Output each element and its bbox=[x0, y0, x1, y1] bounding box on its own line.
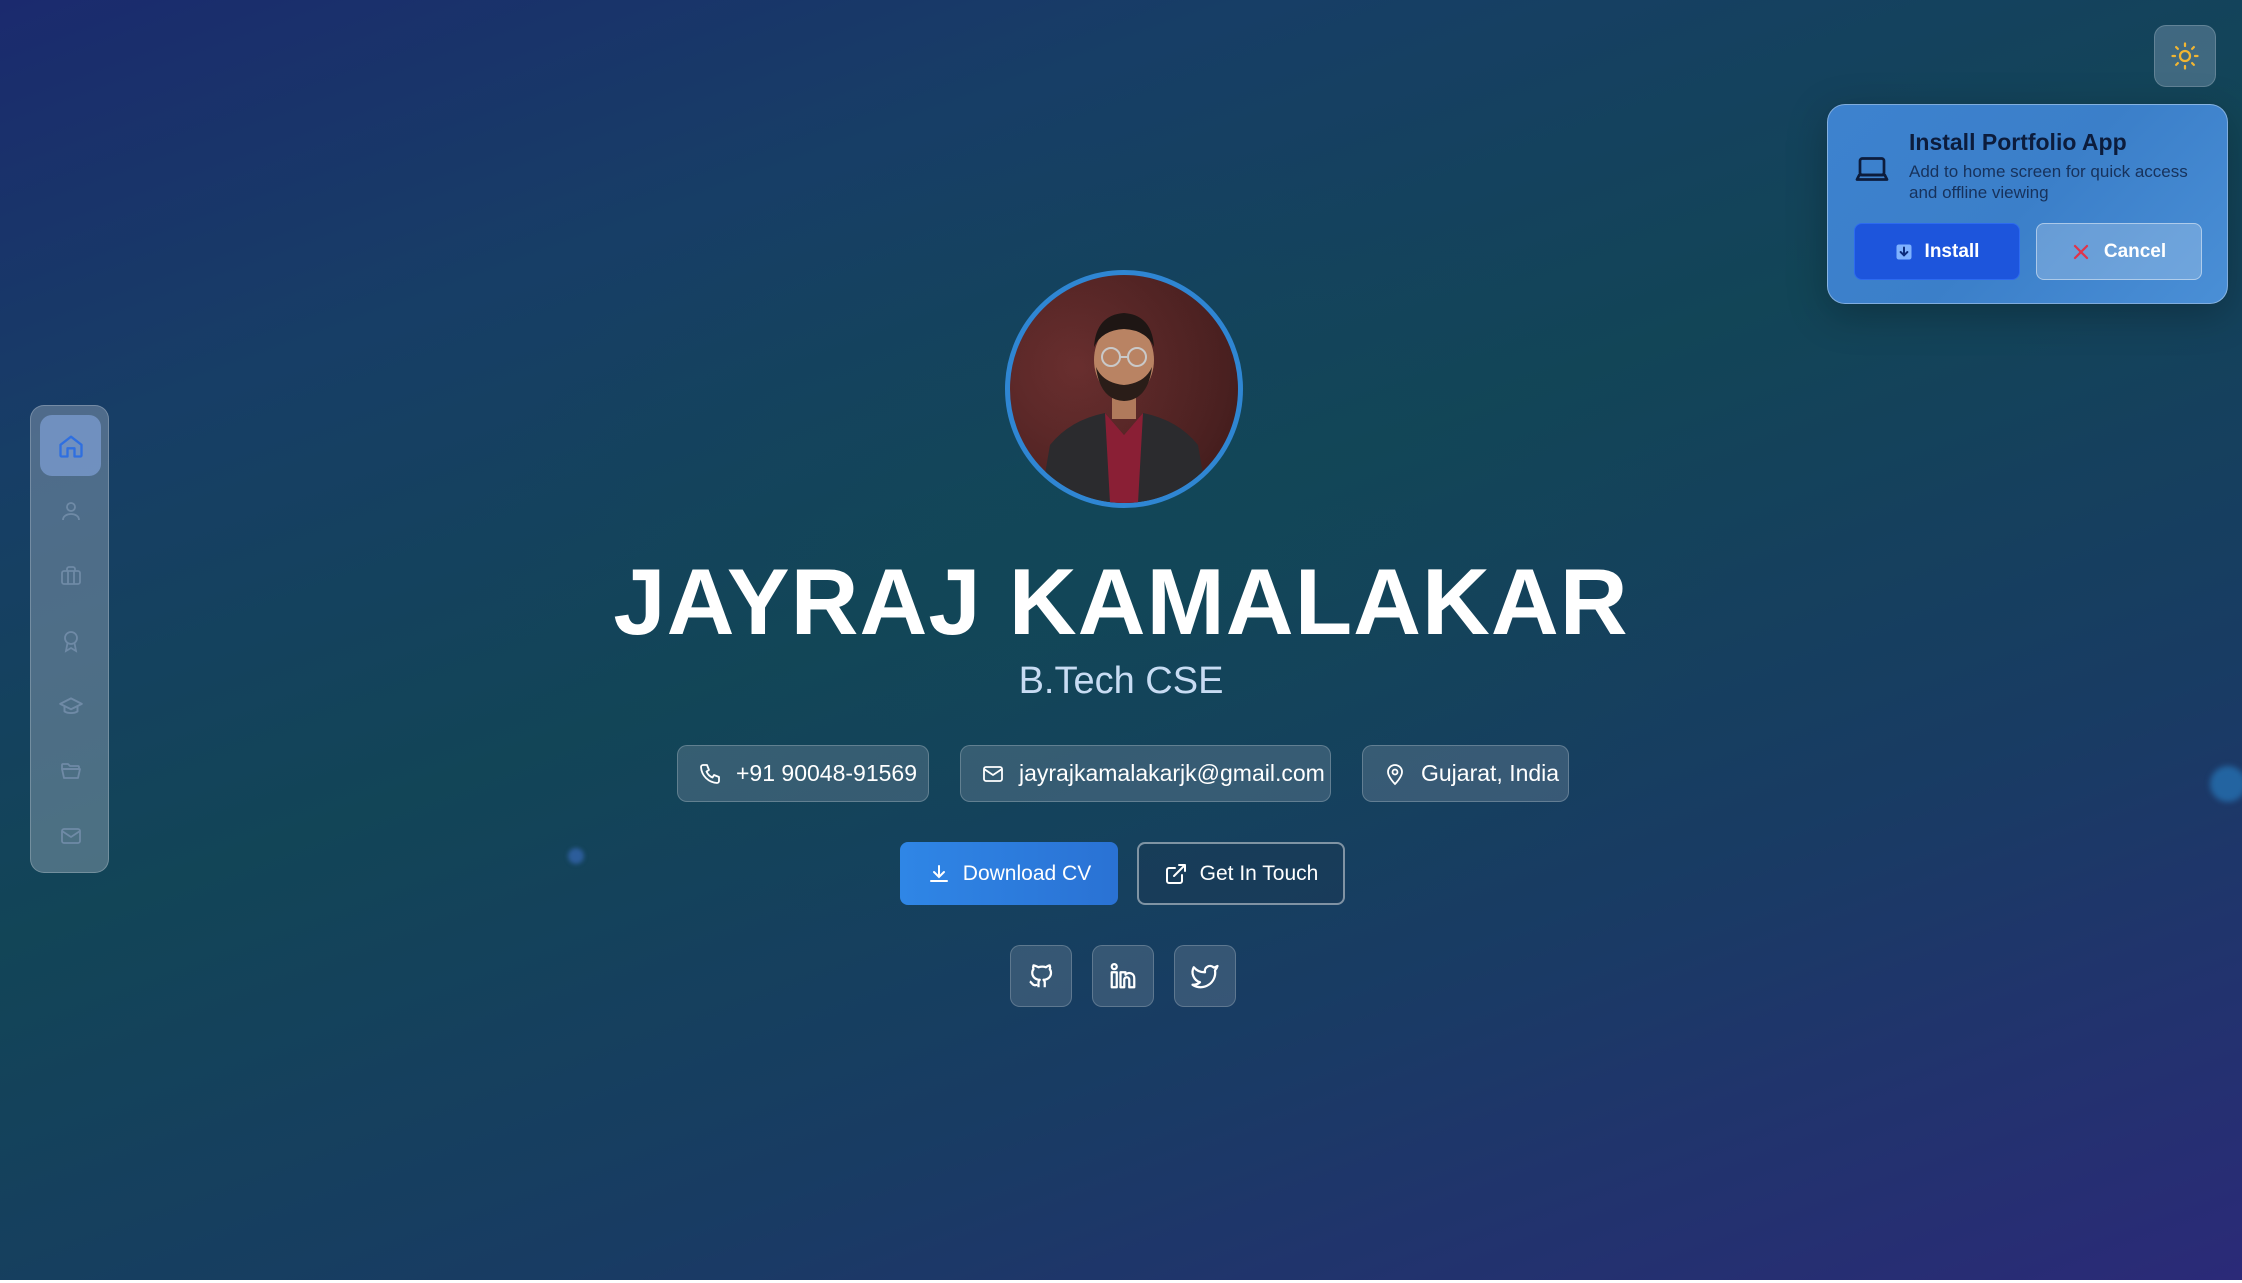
download-cv-button[interactable]: Download CV bbox=[900, 842, 1118, 905]
external-link-icon bbox=[1165, 863, 1186, 884]
get-in-touch-label: Get In Touch bbox=[1199, 861, 1319, 885]
download-icon bbox=[929, 864, 948, 882]
close-icon bbox=[2073, 244, 2088, 259]
laptop-icon bbox=[1855, 157, 1889, 181]
github-icon bbox=[1029, 964, 1053, 988]
sun-icon bbox=[2171, 42, 2199, 70]
map-pin-icon bbox=[1387, 763, 1403, 785]
home-icon bbox=[58, 435, 83, 458]
download-cv-label: Download CV bbox=[962, 861, 1092, 885]
github-link[interactable] bbox=[1010, 945, 1072, 1007]
sidebar-item-home[interactable] bbox=[40, 415, 101, 476]
location-chip: Gujarat, India bbox=[1362, 745, 1569, 802]
phone-text: +91 90048-91569 bbox=[736, 760, 917, 786]
install-description: Add to home screen for quick access and … bbox=[1909, 162, 2188, 202]
folder-icon bbox=[60, 762, 81, 779]
mail-icon bbox=[983, 765, 1003, 782]
get-in-touch-button[interactable]: Get In Touch bbox=[1137, 842, 1345, 905]
twitter-icon bbox=[1191, 964, 1219, 989]
location-text: Gujarat, India bbox=[1421, 760, 1560, 786]
hero-subtitle: B.Tech CSE bbox=[1018, 660, 1224, 702]
decorative-glow-dot bbox=[568, 848, 584, 864]
phone-icon bbox=[700, 763, 720, 784]
avatar-portrait bbox=[1040, 313, 1208, 503]
twitter-link[interactable] bbox=[1174, 945, 1236, 1007]
avatar bbox=[1005, 270, 1243, 508]
mail-icon bbox=[60, 827, 81, 844]
user-icon bbox=[61, 501, 80, 520]
sidebar-item-contact[interactable] bbox=[40, 805, 101, 866]
hero-name: JAYRAJ KAMALAKAR bbox=[613, 549, 1629, 654]
email-chip[interactable]: jayrajkamalakarjk@gmail.com bbox=[960, 745, 1331, 802]
sidebar-item-about[interactable] bbox=[40, 480, 101, 541]
install-button[interactable]: Install bbox=[1854, 223, 2020, 280]
cancel-button-label: Cancel bbox=[2103, 240, 2167, 262]
sidebar-item-projects[interactable] bbox=[40, 740, 101, 801]
linkedin-icon bbox=[1110, 963, 1136, 989]
cancel-button[interactable]: Cancel bbox=[2036, 223, 2202, 280]
install-app-popup: Install Portfolio App Add to home screen… bbox=[1827, 104, 2228, 304]
email-text: jayrajkamalakarjk@gmail.com bbox=[1019, 760, 1325, 786]
install-title: Install Portfolio App bbox=[1909, 129, 2127, 155]
theme-toggle-button[interactable] bbox=[2154, 25, 2216, 87]
download-icon bbox=[1896, 244, 1912, 259]
install-button-label: Install bbox=[1924, 240, 1980, 262]
portfolio-page: Install Portfolio App Add to home screen… bbox=[0, 0, 2242, 1280]
phone-chip[interactable]: +91 90048-91569 bbox=[677, 745, 929, 802]
decorative-glow-dot bbox=[2210, 766, 2242, 802]
linkedin-link[interactable] bbox=[1092, 945, 1154, 1007]
